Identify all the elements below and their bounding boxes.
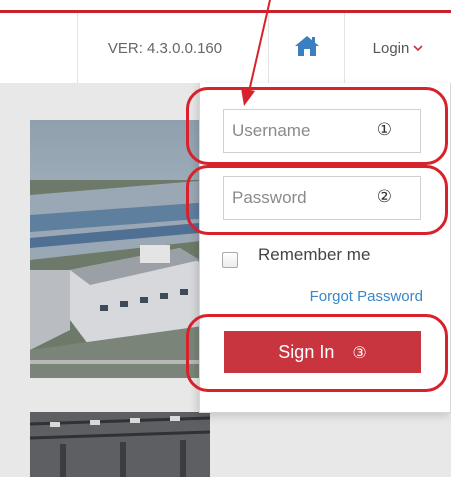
chevron-down-icon — [413, 44, 423, 52]
forgot-password-link[interactable]: Forgot Password — [310, 288, 423, 305]
factory-floor-photo — [30, 412, 210, 477]
password-input[interactable] — [232, 188, 352, 208]
username-input[interactable] — [232, 121, 352, 141]
username-field[interactable]: ① — [223, 109, 421, 153]
version-label: VER: 4.3.0.0.160 — [107, 39, 223, 57]
step-marker-3: ③ — [352, 342, 367, 362]
step-marker-1: ① — [376, 120, 392, 140]
header-divider — [77, 13, 78, 83]
sign-in-label: Sign In — [278, 341, 335, 362]
sign-in-button[interactable]: Sign In ③ — [224, 331, 421, 373]
home-icon — [294, 34, 320, 63]
step-marker-2: ② — [376, 187, 392, 207]
login-menu-toggle[interactable]: Login — [345, 13, 451, 83]
remember-me-label: Remember me — [258, 245, 371, 264]
remember-me-row: Remember me — [222, 243, 371, 268]
login-label: Login — [372, 39, 410, 57]
home-button[interactable] — [269, 13, 344, 83]
login-dropdown: ① ② Remember me Forgot Password Sign In … — [199, 83, 451, 413]
remember-me-checkbox[interactable] — [222, 252, 238, 268]
warehouse-photo — [30, 120, 210, 378]
password-field[interactable]: ② — [223, 176, 421, 220]
